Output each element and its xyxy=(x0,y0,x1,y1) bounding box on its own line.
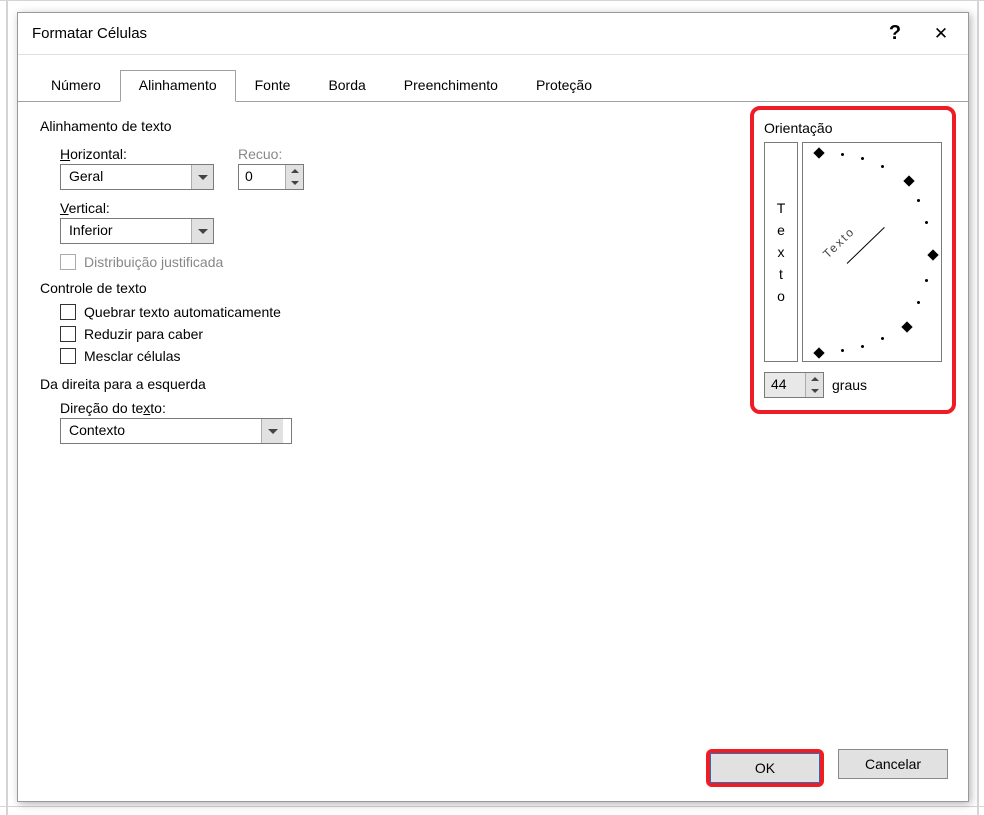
tab-alinhamento[interactable]: Alinhamento xyxy=(120,70,236,102)
format-cells-dialog: Formatar Células ? ✕ Número Alinhamento … xyxy=(17,12,969,802)
tabstrip: Número Alinhamento Fonte Borda Preenchim… xyxy=(18,55,968,102)
text-control-section-label: Controle de texto xyxy=(40,280,730,296)
dialog-title: Formatar Células xyxy=(32,25,872,42)
titlebar: Formatar Células ? ✕ xyxy=(18,13,968,55)
horizontal-combo-value: Geral xyxy=(61,165,191,189)
recuo-spinner[interactable]: 0 xyxy=(238,164,304,190)
orientation-vertical-button[interactable]: T e x t o xyxy=(764,142,798,362)
dialog-button-bar: OK Cancelar xyxy=(706,749,948,787)
orientation-dial[interactable]: Texto xyxy=(802,142,942,362)
vertical-label: Vertical: xyxy=(60,200,730,216)
chevron-down-icon xyxy=(191,165,213,189)
orientation-dial-text: Texto xyxy=(820,224,858,261)
spinner-down-icon[interactable] xyxy=(286,177,303,189)
vertical-combo-value: Inferior xyxy=(61,219,191,243)
recuo-label: Recuo: xyxy=(238,146,304,162)
degrees-value: 44 xyxy=(765,373,805,397)
wrap-text-checkbox[interactable] xyxy=(60,304,76,320)
tab-preenchimento[interactable]: Preenchimento xyxy=(385,70,517,102)
close-button[interactable]: ✕ xyxy=(918,14,964,54)
cancel-button[interactable]: Cancelar xyxy=(838,749,948,779)
close-icon: ✕ xyxy=(934,24,948,44)
degrees-label: graus xyxy=(832,377,867,393)
recuo-value: 0 xyxy=(239,165,285,189)
chevron-down-icon xyxy=(261,419,283,443)
rtl-section-label: Da direita para a esquerda xyxy=(40,376,730,392)
help-icon: ? xyxy=(889,22,901,45)
justify-distributed-label: Distribuição justificada xyxy=(84,254,223,270)
tab-borda[interactable]: Borda xyxy=(309,70,384,102)
dialog-body: Alinhamento de texto Horizontal: Geral R… xyxy=(18,102,968,742)
spinner-up-icon[interactable] xyxy=(806,373,823,385)
shrink-to-fit-checkbox[interactable] xyxy=(60,326,76,342)
tab-protecao[interactable]: Proteção xyxy=(517,70,611,102)
text-direction-label: Direção do texto: xyxy=(60,400,730,416)
horizontal-label: Horizontal: xyxy=(60,146,214,162)
merge-cells-label: Mesclar células xyxy=(84,348,181,364)
text-alignment-section-label: Alinhamento de texto xyxy=(40,118,730,134)
justify-distributed-checkbox xyxy=(60,254,76,270)
orientation-section-label: Orientação xyxy=(764,120,942,136)
wrap-text-label: Quebrar texto automaticamente xyxy=(84,304,281,320)
spinner-down-icon[interactable] xyxy=(806,385,823,397)
spinner-up-icon[interactable] xyxy=(286,165,303,177)
shrink-to-fit-label: Reduzir para caber xyxy=(84,326,203,342)
merge-cells-checkbox[interactable] xyxy=(60,348,76,364)
text-direction-value: Contexto xyxy=(61,419,261,443)
horizontal-combo[interactable]: Geral xyxy=(60,164,214,190)
chevron-down-icon xyxy=(191,219,213,243)
degrees-spinner[interactable]: 44 xyxy=(764,372,824,398)
vertical-combo[interactable]: Inferior xyxy=(60,218,214,244)
text-direction-combo[interactable]: Contexto xyxy=(60,418,292,444)
ok-button[interactable]: OK xyxy=(706,749,824,787)
tab-numero[interactable]: Número xyxy=(32,70,120,102)
tab-fonte[interactable]: Fonte xyxy=(236,70,310,102)
help-button[interactable]: ? xyxy=(872,14,918,54)
orientation-group: Orientação T e x t o xyxy=(750,106,956,414)
